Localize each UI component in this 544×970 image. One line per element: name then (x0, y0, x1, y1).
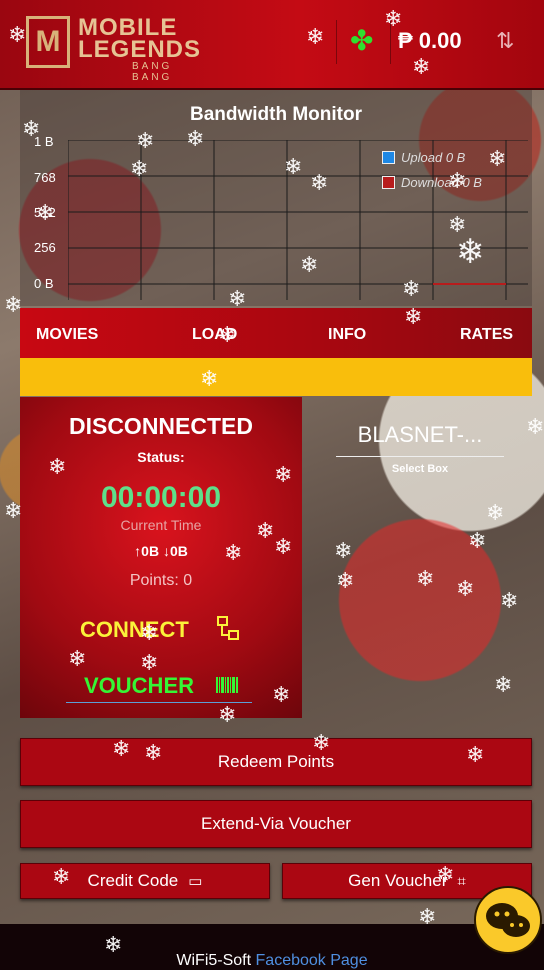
snowflake-icon: ❄ (384, 6, 403, 31)
snowflake-icon: ❄ (4, 292, 23, 317)
snowflake-icon: ❄ (336, 568, 355, 593)
footer-text: WiFi5-Soft Facebook Page (0, 952, 544, 970)
snowflake-icon: ❄ (468, 528, 487, 553)
snowflake-icon: ❄ (418, 904, 437, 929)
logo-text-bangbang: BANG BANG (132, 61, 173, 83)
connect-button[interactable]: CONNECT (80, 617, 189, 643)
snowflake-icon: ❄ (218, 702, 237, 727)
snowflake-icon: ❄ (8, 22, 27, 47)
session-timer: 00:00:00 (100, 481, 222, 514)
snowflake-icon: ❄ (186, 126, 205, 151)
snowflake-icon: ❄ (4, 498, 23, 523)
legend-upload: Upload 0 B (382, 150, 482, 165)
footer: WiFi5-Soft Facebook Page (0, 924, 544, 970)
credit-card-icon: ▭ (188, 873, 203, 890)
nav-rates[interactable]: RATES (460, 326, 513, 344)
snowflake-icon: ❄ (68, 646, 87, 671)
snowflake-icon: ❄ (500, 588, 519, 613)
clover-icon[interactable]: ✤ (350, 24, 373, 57)
select-underline (336, 456, 504, 457)
bandwidth-monitor: Bandwidth Monitor 1 B 768 512 256 0 B Up… (20, 90, 532, 306)
gen-voucher-label: Gen Voucher (348, 871, 448, 890)
extend-voucher-button[interactable]: Extend-Via Voucher (20, 800, 532, 848)
legend-download: Download 0 B (382, 175, 482, 190)
snowflake-icon: ❄ (300, 252, 319, 277)
voucher-button[interactable]: VOUCHER (84, 673, 194, 699)
snowflake-icon: ❄ (140, 620, 159, 645)
snowflake-icon: ❄ (456, 233, 485, 271)
connection-status-title: DISCONNECTED (68, 413, 253, 439)
snowflake-icon: ❄ (104, 932, 123, 957)
top-bar: M MOBILE LEGENDS BANG BANG ✤ ₱ 0.00 ⇅ (0, 0, 544, 90)
snowflake-icon: ❄ (306, 24, 325, 49)
snowflake-icon: ❄ (404, 304, 423, 329)
credit-code-label: Credit Code (87, 871, 179, 890)
snowflake-icon: ❄ (130, 156, 149, 181)
snowflake-icon: ❄ (456, 576, 475, 601)
scan-icon: ⌗ (457, 873, 466, 890)
monitor-legend: Upload 0 B Download 0 B (382, 150, 482, 200)
header-divider (336, 20, 337, 64)
snowflake-icon: ❄ (144, 740, 163, 765)
snowflake-icon: ❄ (218, 322, 237, 347)
snowflake-icon: ❄ (448, 168, 467, 193)
snowflake-icon: ❄ (112, 736, 131, 761)
snowflake-icon: ❄ (274, 534, 293, 559)
snowflake-icon: ❄ (52, 864, 71, 889)
data-usage: ↑0B ↓0B (134, 543, 188, 559)
legend-upload-label: Upload (401, 150, 443, 165)
chat-button[interactable] (474, 886, 542, 954)
barcode-icon[interactable] (216, 677, 238, 693)
snowflake-icon: ❄ (412, 54, 431, 79)
download-swatch (382, 176, 395, 189)
mobile-legends-logo: M MOBILE LEGENDS BANG BANG (22, 14, 202, 83)
logo-mark: M (26, 16, 70, 68)
snowflake-icon: ❄ (272, 682, 291, 707)
snowflake-icon: ❄ (48, 454, 67, 479)
snowflake-icon: ❄ (22, 116, 41, 141)
snowflake-icon: ❄ (274, 462, 293, 487)
balance-display: ₱ 0.00 (398, 28, 462, 53)
legend-upload-value: 0 B (445, 150, 466, 165)
select-label: Select Box (391, 463, 449, 475)
snowflake-icon: ❄ (402, 276, 421, 301)
snowflake-icon: ❄ (136, 128, 155, 153)
snowflake-icon: ❄ (334, 538, 353, 563)
nav-bar: MOVIES LOAD INFO RATES (20, 308, 532, 358)
snowflake-icon: ❄ (466, 742, 485, 767)
sort-icon[interactable]: ⇅ (496, 28, 514, 54)
snowflake-icon: ❄ (224, 540, 243, 565)
wechat-icon (486, 903, 530, 937)
marquee-bar (20, 358, 532, 396)
snowflake-icon: ❄ (36, 200, 55, 225)
snowflake-icon: ❄ (312, 730, 331, 755)
server-select[interactable]: BLASNET-... Select Box (336, 422, 504, 475)
monitor-title: Bandwidth Monitor (189, 104, 363, 125)
redeem-points-button[interactable]: Redeem Points (20, 738, 532, 786)
snowflake-icon: ❄ (200, 366, 219, 391)
footer-brand: WiFi5-Soft (176, 952, 252, 969)
snowflake-icon: ❄ (526, 414, 544, 439)
snowflake-icon: ❄ (256, 518, 275, 543)
snowflake-icon: ❄ (486, 500, 505, 525)
snowflake-icon: ❄ (284, 154, 303, 179)
snowflake-icon: ❄ (140, 650, 159, 675)
snowflake-icon: ❄ (494, 672, 513, 697)
select-value[interactable]: BLASNET-... (336, 422, 504, 448)
status-card: DISCONNECTED Status: 00:00:00 Current Ti… (20, 397, 302, 718)
upload-swatch (382, 151, 395, 164)
facebook-page-link[interactable]: Facebook Page (256, 952, 368, 969)
snowflake-icon: ❄ (416, 566, 435, 591)
nav-movies[interactable]: MOVIES (36, 326, 98, 344)
snowflake-icon: ❄ (310, 170, 329, 195)
snowflake-icon: ❄ (228, 286, 247, 311)
nav-info[interactable]: INFO (328, 326, 366, 344)
logo-text-legends: LEGENDS (78, 36, 202, 63)
network-icon[interactable] (216, 615, 240, 641)
snowflake-icon: ❄ (488, 146, 507, 171)
snowflake-icon: ❄ (436, 862, 455, 887)
points-display: Points: 0 (129, 572, 193, 589)
